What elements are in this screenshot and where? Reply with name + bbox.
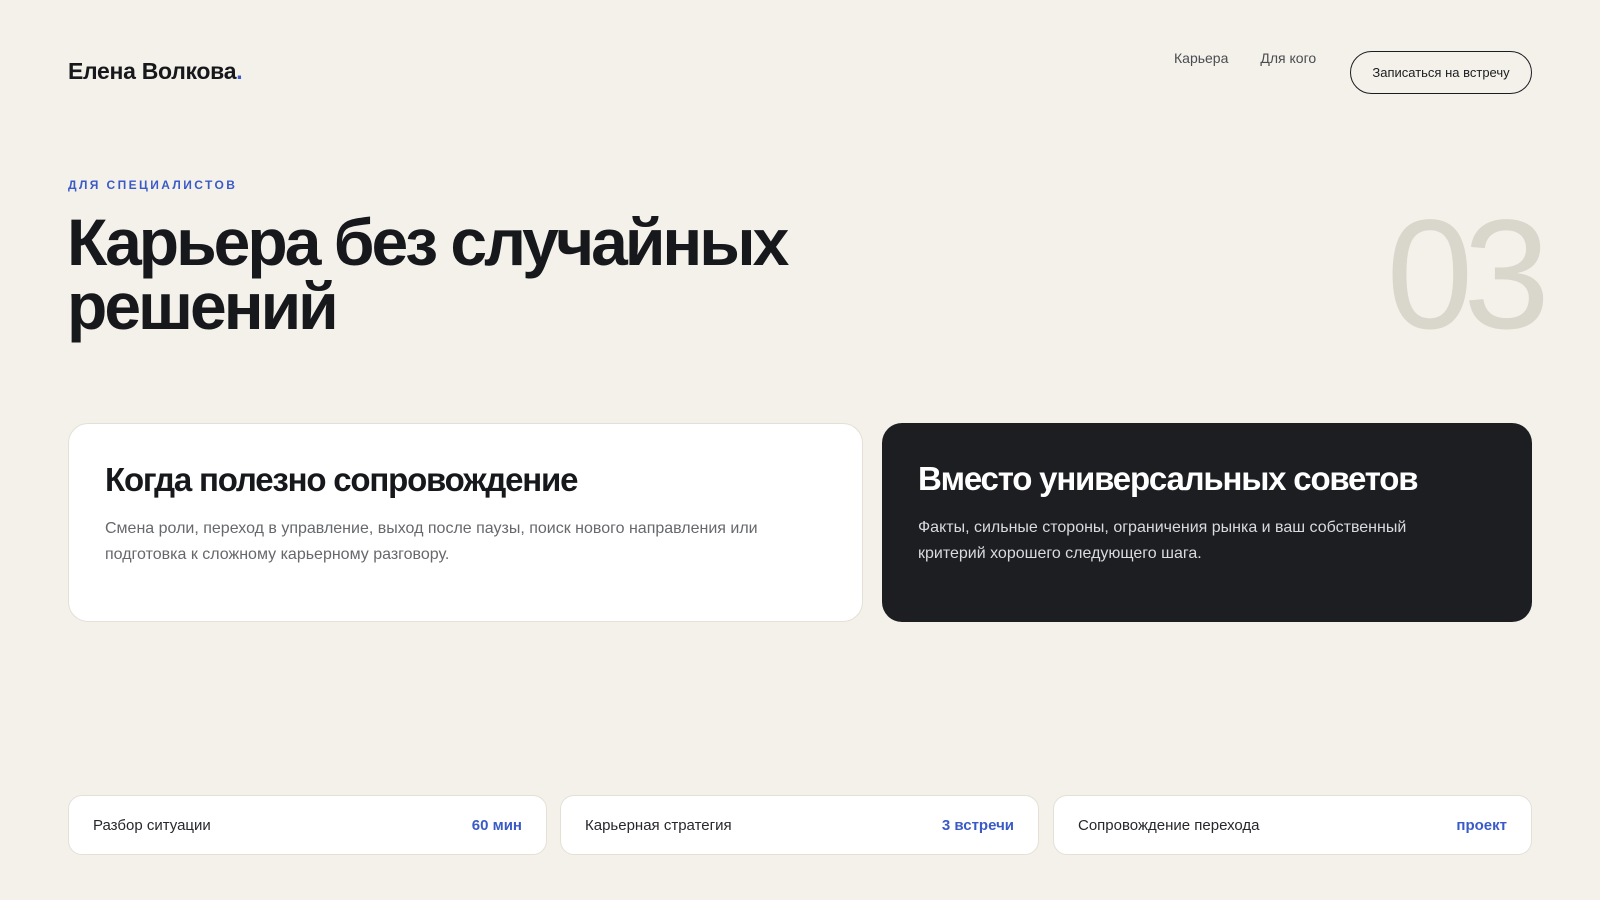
logo-dot: . [236, 58, 243, 84]
card-instead-of-advice: Вместо универсальных советов Факты, силь… [882, 423, 1532, 622]
service-meta: 3 встречи [941, 816, 1014, 834]
hero-title: Карьера без случайных решений [67, 209, 927, 339]
nav-link-audience[interactable]: Для кого [1260, 50, 1316, 66]
logo[interactable]: Елена Волкова. [68, 58, 243, 85]
card-text-line-2: подготовка к сложному карьерному разгово… [105, 546, 450, 563]
card-text: Факты, сильные стороны, ограничения рынк… [918, 515, 1496, 567]
page: Елена Волкова. Карьера Для кого Записать… [0, 0, 1600, 900]
service-item-transition-support[interactable]: Сопровождение перехода проект [1053, 795, 1532, 855]
service-item-situation-review[interactable]: Разбор ситуации 60 мин [68, 795, 547, 855]
logo-text: Елена Волкова [68, 58, 237, 84]
card-title: Когда полезно сопровождение [105, 461, 578, 498]
service-item-career-strategy[interactable]: Карьерная стратегия 3 встречи [560, 795, 1039, 855]
nav-link-career[interactable]: Карьера [1174, 50, 1228, 66]
service-name: Карьерная стратегия [585, 816, 732, 834]
card-when-useful: Когда полезно сопровождение Смена роли, … [68, 423, 863, 622]
service-name: Разбор ситуации [93, 816, 211, 834]
hero-title-line-1: Карьера без случайных [67, 205, 789, 279]
service-name: Сопровождение перехода [1078, 816, 1260, 834]
book-meeting-button[interactable]: Записаться на встречу [1350, 51, 1532, 94]
card-text-line-1: Факты, сильные стороны, ограничения рынк… [918, 519, 1407, 536]
section-eyebrow: ДЛЯ СПЕЦИАЛИСТОВ [68, 178, 238, 192]
card-text-line-1: Смена роли, переход в управление, выход … [105, 520, 758, 537]
main-nav: Карьера Для кого [1174, 50, 1316, 66]
card-text-line-2: критерий хорошего следующего шага. [918, 545, 1202, 562]
card-text: Смена роли, переход в управление, выход … [105, 516, 826, 568]
card-title: Вместо универсальных советов [918, 460, 1419, 497]
service-meta: проект [1456, 816, 1507, 834]
service-meta: 60 мин [471, 816, 522, 834]
step-number: 03 [1386, 188, 1550, 362]
hero-title-line-2: решений [67, 269, 339, 343]
